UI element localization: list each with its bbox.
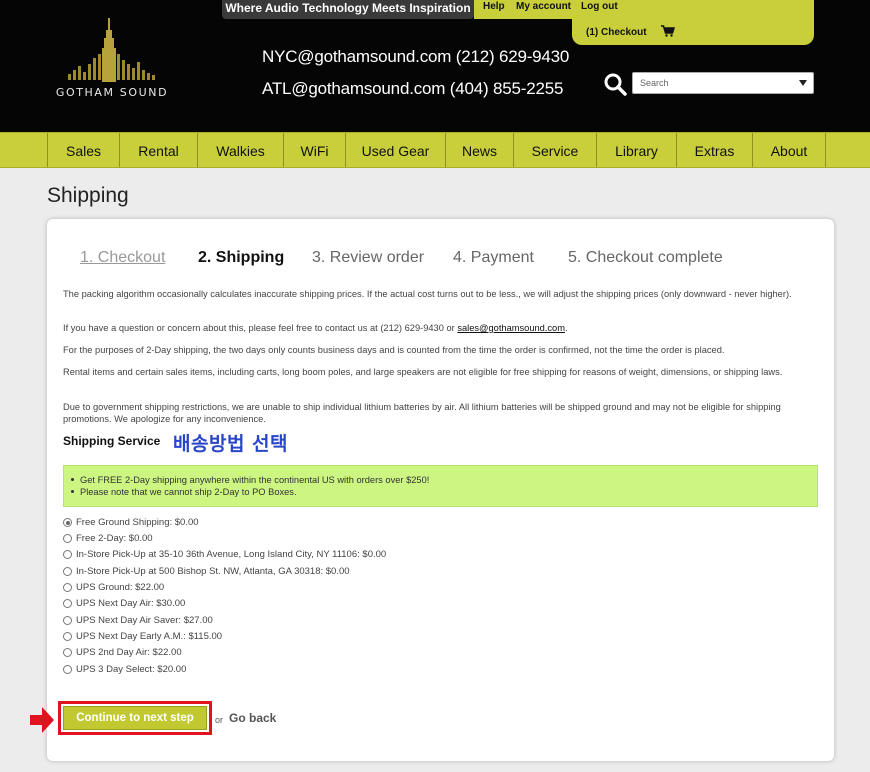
log-out-link[interactable]: Log out <box>581 1 618 12</box>
search-placeholder: Search <box>640 78 669 88</box>
contact-text: If you have a question or concern about … <box>63 323 458 333</box>
site-header: Where Audio Technology Meets Inspiration… <box>0 0 870 132</box>
option-label: Free 2-Day: $0.00 <box>76 533 153 544</box>
paragraph-lithium: Due to government shipping restrictions,… <box>63 402 781 424</box>
shipping-option-ups-ground[interactable]: UPS Ground: $22.00 <box>63 581 164 594</box>
step-checkout-complete: 5. Checkout complete <box>568 249 723 266</box>
paragraph-rental: Rental items and certain sales items, in… <box>63 367 783 377</box>
help-link[interactable]: Help <box>483 1 505 12</box>
radio-button[interactable] <box>63 534 72 543</box>
checkout-link[interactable]: (1) Checkout <box>586 27 647 38</box>
shipping-option-pickup-ny[interactable]: In-Store Pick-Up at 35-10 36th Avenue, L… <box>63 548 386 561</box>
nav-used-gear[interactable]: Used Gear <box>345 133 445 167</box>
notice-item: Get FREE 2-Day shipping anywhere within … <box>70 474 817 486</box>
nav-rental[interactable]: Rental <box>119 133 197 167</box>
option-label: UPS Next Day Air: $30.00 <box>76 598 186 609</box>
paragraph-packing: The packing algorithm occasionally calcu… <box>63 289 792 299</box>
shipping-option-ups-next-day-saver[interactable]: UPS Next Day Air Saver: $27.00 <box>63 614 213 627</box>
continue-button[interactable]: Continue to next step <box>63 706 207 730</box>
contact-nyc[interactable]: NYC@gothamsound.com (212) 629-9430 <box>262 47 569 67</box>
nav-service[interactable]: Service <box>513 133 596 167</box>
cart-checkout-bar[interactable]: (1) Checkout <box>572 19 814 45</box>
shipping-service-heading: Shipping Service <box>63 434 161 448</box>
logo-text: GOTHAM SOUND <box>55 86 169 99</box>
shipping-option-ups-early-am[interactable]: UPS Next Day Early A.M.: $115.00 <box>63 630 222 643</box>
my-account-link[interactable]: My account <box>516 1 571 12</box>
paragraph-2day: For the purposes of 2-Day shipping, the … <box>63 345 725 355</box>
radio-button[interactable] <box>63 616 72 625</box>
arrow-right-icon <box>30 707 54 733</box>
shipping-option-ups-next-day[interactable]: UPS Next Day Air: $30.00 <box>63 597 185 610</box>
option-label: UPS 3 Day Select: $20.00 <box>76 664 187 675</box>
step-shipping: 2. Shipping <box>198 249 285 266</box>
step-payment: 4. Payment <box>453 249 534 266</box>
search-icon[interactable] <box>603 72 627 96</box>
nav-about[interactable]: About <box>752 133 825 167</box>
shipping-option-ups-3day[interactable]: UPS 3 Day Select: $20.00 <box>63 663 186 676</box>
step-review-order: 3. Review order <box>312 249 425 266</box>
page-title: Shipping <box>47 184 129 207</box>
nav-news[interactable]: News <box>445 133 513 167</box>
shipping-option-ups-2nd-day[interactable]: UPS 2nd Day Air: $22.00 <box>63 646 182 659</box>
sales-email-link[interactable]: sales@gothamsound.com <box>457 323 565 333</box>
go-back-link[interactable]: Go back <box>229 711 276 725</box>
search-input[interactable]: Search <box>632 72 814 94</box>
option-label: In-Store Pick-Up at 500 Bishop St. NW, A… <box>76 566 350 577</box>
chevron-down-icon[interactable] <box>799 80 807 86</box>
nav-wifi[interactable]: WiFi <box>283 133 345 167</box>
radio-button[interactable] <box>63 599 72 608</box>
paragraph-contact: If you have a question or concern about … <box>63 323 823 335</box>
shipping-option-pickup-atl[interactable]: In-Store Pick-Up at 500 Bishop St. NW, A… <box>63 565 350 578</box>
shipping-option-free-ground[interactable]: Free Ground Shipping: $0.00 <box>63 516 199 529</box>
cart-icon[interactable] <box>661 25 675 37</box>
nav-walkies[interactable]: Walkies <box>197 133 283 167</box>
nav-extras[interactable]: Extras <box>676 133 752 167</box>
radio-button[interactable] <box>63 665 72 674</box>
nav-sales[interactable]: Sales <box>47 133 119 167</box>
contact-text-end: . <box>564 323 568 333</box>
radio-button[interactable] <box>63 583 72 592</box>
nav-library[interactable]: Library <box>596 133 676 167</box>
shipping-notice: Get FREE 2-Day shipping anywhere within … <box>63 465 818 507</box>
option-label: UPS Ground: $22.00 <box>76 582 165 593</box>
radio-button[interactable] <box>63 648 72 657</box>
main-nav: Sales Rental Walkies WiFi Used Gear News… <box>0 132 870 168</box>
tagline: Where Audio Technology Meets Inspiration <box>222 0 474 19</box>
shipping-option-free-2day[interactable]: Free 2-Day: $0.00 <box>63 532 153 545</box>
korean-annotation: 배송방법 선택 <box>173 433 288 455</box>
nav-divider <box>825 133 826 167</box>
option-label: UPS Next Day Air Saver: $27.00 <box>76 615 213 626</box>
option-label: UPS 2nd Day Air: $22.00 <box>76 647 182 658</box>
radio-button[interactable] <box>63 550 72 559</box>
radio-button[interactable] <box>63 518 72 527</box>
radio-button[interactable] <box>63 632 72 641</box>
option-label: UPS Next Day Early A.M.: $115.00 <box>76 631 223 642</box>
contact-atl[interactable]: ATL@gothamsound.com (404) 855-2255 <box>262 79 563 99</box>
notice-item: Please note that we cannot ship 2-Day to… <box>70 486 817 498</box>
step-checkout[interactable]: 1. Checkout <box>80 249 165 267</box>
radio-button[interactable] <box>63 567 72 576</box>
top-links-bar: Help My account Log out <box>474 0 814 19</box>
option-label: In-Store Pick-Up at 35-10 36th Avenue, L… <box>76 549 387 560</box>
option-label: Free Ground Shipping: $0.00 <box>76 517 199 528</box>
or-text: or <box>215 715 224 725</box>
